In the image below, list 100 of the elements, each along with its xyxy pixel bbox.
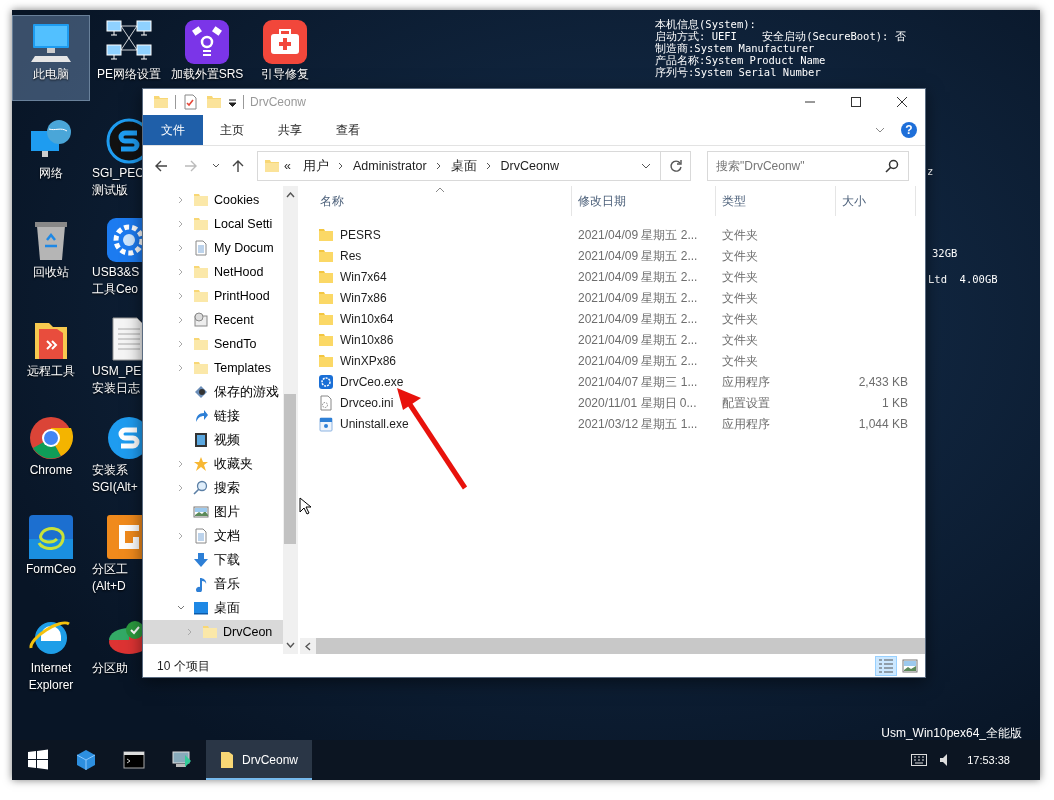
expand-chevron-icon[interactable] <box>177 196 185 204</box>
breadcrumb-item[interactable]: Administrator <box>344 156 435 176</box>
file-name[interactable]: Uninstall.exe <box>340 414 409 433</box>
nav-tree-item[interactable]: 保存的游戏 <box>143 380 283 404</box>
desktop-icon-highlight[interactable]: 此电脑 <box>13 16 89 100</box>
file-name-cell[interactable]: Uninstall.exe <box>298 414 572 433</box>
search-field[interactable]: 搜索"DrvCeonw" <box>707 151 909 181</box>
folder-icon <box>318 352 334 369</box>
installer-icon <box>318 415 334 432</box>
nav-tree-item[interactable]: 下载 <box>143 548 283 572</box>
breadcrumb-item[interactable]: 用户 <box>294 156 337 176</box>
file-name[interactable]: PESRS <box>340 225 381 244</box>
expand-chevron-icon[interactable] <box>177 268 185 276</box>
caret-icon[interactable] <box>641 163 651 169</box>
breadcrumb-item[interactable]: 桌面 <box>442 156 485 176</box>
breadcrumb-item[interactable]: DrvCeonw <box>492 156 567 176</box>
nav-tree-item[interactable]: SendTo <box>143 332 283 356</box>
taskbar-app[interactable]: DrvCeonw <box>206 740 312 780</box>
folder-icon <box>193 216 209 232</box>
file-name-cell[interactable]: Win10x64 <box>298 309 572 328</box>
expand-chevron-icon[interactable] <box>177 340 185 348</box>
nav-tree-item[interactable]: 收藏夹 <box>143 452 283 476</box>
column-header[interactable]: 类型 <box>716 186 836 216</box>
scrollbar-thumb[interactable] <box>284 394 296 544</box>
cube-icon[interactable] <box>75 749 97 771</box>
column-header[interactable]: 名称 <box>298 186 572 216</box>
maximize-icon[interactable] <box>851 97 861 107</box>
nav-tree-item[interactable]: 链接 <box>143 404 283 428</box>
nav-tree-item[interactable]: 桌面 <box>143 596 283 620</box>
close-icon[interactable] <box>897 97 907 107</box>
ribbon-tab[interactable]: 共享 <box>261 115 319 145</box>
type-cell-text: 文件夹 <box>721 226 759 244</box>
scroll-left-icon[interactable] <box>305 641 311 651</box>
expand-chevron-icon[interactable] <box>177 484 185 492</box>
expand-chevron-icon[interactable] <box>177 292 185 300</box>
file-name-cell[interactable]: DrvCeo.exe <box>298 372 572 391</box>
file-name[interactable]: Drvceo.ini <box>340 393 394 412</box>
collapse-chevron-icon[interactable] <box>177 604 185 612</box>
file-name[interactable]: Win7x86 <box>340 288 387 307</box>
refresh-icon[interactable] <box>668 159 683 173</box>
music-note-icon <box>193 576 209 592</box>
file-name[interactable]: Win10x86 <box>340 330 394 349</box>
column-header[interactable]: 修改日期 <box>572 186 716 216</box>
file-name-cell[interactable]: Res <box>298 246 572 265</box>
file-name[interactable]: Res <box>340 246 362 265</box>
windows-logo-icon[interactable] <box>27 749 49 771</box>
properties-icon[interactable] <box>182 94 198 110</box>
file-name-cell[interactable]: Win7x64 <box>298 267 572 286</box>
scroll-down-icon[interactable] <box>285 642 295 648</box>
system-info-text: 32GB <box>932 246 958 261</box>
expand-chevron-icon[interactable] <box>177 364 185 372</box>
expand-chevron-icon[interactable] <box>177 316 185 324</box>
system-info-text: 本机信息(System): 启动方式: UEFI 安全启动(SecureBoot): 否 制造商:System Manufacturer 产品名称:System Product Name 序列号:System Serial Number <box>655 18 906 78</box>
ribbon-tab[interactable]: 主页 <box>203 115 261 145</box>
horizontal-scrollbar[interactable] <box>300 638 925 654</box>
nav-tree-item[interactable]: 文档 <box>143 524 283 548</box>
file-name[interactable]: Win7x64 <box>340 267 387 286</box>
nav-tree-item[interactable]: 视频 <box>143 428 283 452</box>
file-name-cell[interactable]: PESRS <box>298 225 572 244</box>
nav-tree-item[interactable]: Local Setti <box>143 212 283 236</box>
view-toggle-button[interactable] <box>875 655 897 676</box>
nav-tree-item[interactable]: Cookies <box>143 188 283 212</box>
address-bar[interactable]: « 用户 Administrator 桌面 DrvCeonw <box>257 151 691 181</box>
file-name-cell[interactable]: WinXPx86 <box>298 351 572 370</box>
date-cell-text: 2021/04/09 星期五 2... <box>577 289 699 307</box>
help-button[interactable]: ? <box>901 122 917 138</box>
expand-chevron-icon[interactable] <box>177 220 185 228</box>
file-name-cell[interactable]: Win10x86 <box>298 330 572 349</box>
nav-tree-item[interactable]: PrintHood <box>143 284 283 308</box>
swirl-icon <box>27 513 75 561</box>
file-name-cell[interactable]: Drvceo.ini <box>298 393 572 412</box>
file-name[interactable]: WinXPx86 <box>340 351 397 370</box>
expand-chevron-icon[interactable] <box>177 532 185 540</box>
nav-scrollbar[interactable] <box>283 186 297 654</box>
nav-tree-item[interactable]: Recent <box>143 308 283 332</box>
file-name-cell[interactable]: Win7x86 <box>298 288 572 307</box>
nav-tree-item[interactable]: NetHood <box>143 260 283 284</box>
expand-chevron-icon[interactable] <box>177 460 185 468</box>
file-name[interactable]: Win10x64 <box>340 309 394 328</box>
nav-tree-item[interactable]: DrvCeon <box>143 620 283 644</box>
terminal-icon[interactable] <box>123 749 145 771</box>
expand-chevron-icon[interactable] <box>177 244 185 252</box>
icon-label: PE网络设置 <box>97 66 161 83</box>
column-header[interactable]: 大小 <box>836 186 916 216</box>
file-menu-button[interactable]: 文件 <box>143 115 203 145</box>
icon-label: 加载外置SRS <box>170 66 244 83</box>
overflow-chevron[interactable]: « <box>280 156 295 176</box>
nav-tree-item[interactable]: 音乐 <box>143 572 283 596</box>
nav-tree-item[interactable]: My Docum <box>143 236 283 260</box>
ribbon-tab[interactable]: 查看 <box>319 115 377 145</box>
file-name[interactable]: DrvCeo.exe <box>340 372 404 391</box>
up-arrow-icon[interactable] <box>231 159 245 173</box>
nav-tree-item[interactable]: 图片 <box>143 500 283 524</box>
scroll-up-icon[interactable] <box>285 192 295 198</box>
nav-tree-item[interactable]: Templates <box>143 356 283 380</box>
nav-tree-item[interactable]: 搜索 <box>143 476 283 500</box>
keyboard-icon[interactable] <box>911 754 928 766</box>
back-arrow-icon[interactable] <box>154 159 168 173</box>
dropdown-icon[interactable] <box>228 97 237 107</box>
chevron-down-icon[interactable] <box>875 127 885 133</box>
